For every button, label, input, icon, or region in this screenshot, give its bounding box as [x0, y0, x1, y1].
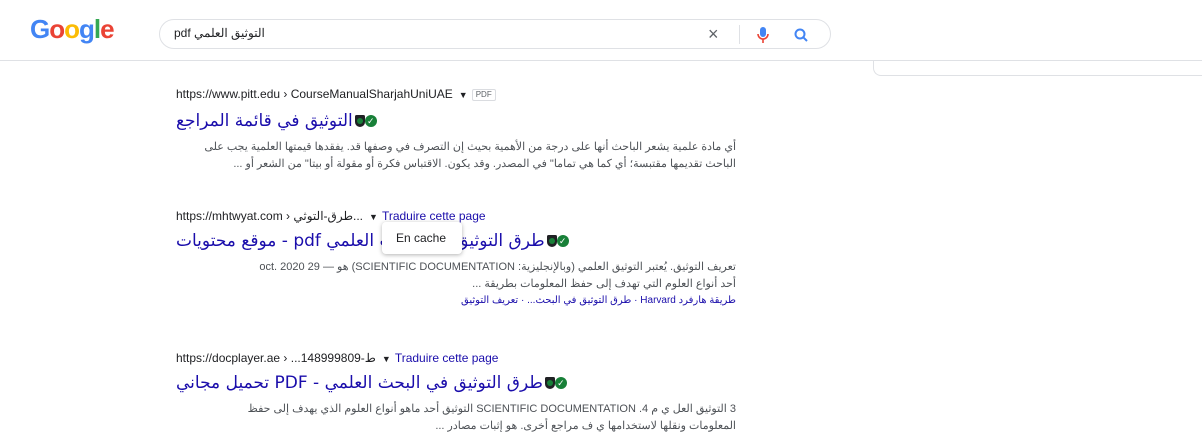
- search-icon[interactable]: [793, 26, 809, 44]
- result-title[interactable]: طرق التوثيق في البحث العلمي pdf - موقع م…: [176, 231, 545, 251]
- result-title-row: طرق التوثيق في البحث العلمي - PDF تحميل …: [176, 373, 736, 397]
- search-box[interactable]: pdf التوثيق العلمي ×: [159, 19, 831, 49]
- result-snippet-line: أحد أنواع العلوم التي تهدف إلى حفظ المعل…: [472, 278, 736, 290]
- result-url[interactable]: https://mhtwyat.com › طرق-التوثي...: [176, 209, 363, 223]
- cache-popup: En cache: [382, 222, 462, 254]
- logo-letter: e: [100, 14, 115, 44]
- shield-icon: [546, 235, 557, 247]
- sitelinks[interactable]: طريقة هارفرد Harvard · طرق التوثيق في ال…: [176, 293, 736, 309]
- top-bar: Google pdf التوثيق العلمي ×: [0, 0, 1202, 61]
- knowledge-panel-edge: [873, 60, 1202, 76]
- result-snippet-line: المعلومات ونقلها لاستخدامها ي ف مراجع أخ…: [435, 420, 736, 432]
- search-result: https://docplayer.ae › ...148999809-ط ▼ Tr…: [176, 350, 736, 435]
- google-logo[interactable]: Google: [30, 14, 115, 45]
- shield-icon: [354, 115, 365, 127]
- microphone-icon[interactable]: [756, 26, 770, 44]
- search-divider: [739, 25, 740, 44]
- translate-link[interactable]: Traduire cette page: [382, 209, 486, 223]
- result-title[interactable]: التوثيق في قائمة المراجع: [176, 111, 353, 131]
- dropdown-icon[interactable]: ▼: [459, 90, 468, 100]
- result-snippet-line: تعريف التوثيق. يُعتبر التوثيق العلمي (وب…: [259, 261, 736, 273]
- search-input[interactable]: pdf التوثيق العلمي: [174, 26, 265, 40]
- result-snippet-line: 3 التوثيق العل ي م 4. SCIENTIFIC DOCUMEN…: [247, 403, 736, 415]
- verified-check-icon: ✓: [556, 235, 569, 247]
- clear-icon[interactable]: ×: [708, 24, 719, 45]
- cache-link[interactable]: En cache: [396, 231, 446, 245]
- dropdown-icon[interactable]: ▼: [382, 354, 391, 364]
- result-snippet-line: أي مادة علمية يشعر الباحث أنها على درجة …: [204, 141, 736, 153]
- pdf-tag: PDF: [471, 88, 496, 101]
- result-snippet-line: الباحث تقديمها مقتبسة؛ أي كما هي تماما" …: [233, 158, 736, 170]
- shield-icon: [544, 377, 555, 389]
- logo-letter: o: [49, 14, 65, 44]
- dropdown-icon[interactable]: ▼: [369, 212, 378, 222]
- result-url-row: https://docplayer.ae › ...148999809-ط ▼ Tr…: [176, 350, 736, 366]
- result-url[interactable]: https://docplayer.ae › ...148999809-ط: [176, 351, 376, 365]
- search-result: https://www.pitt.edu › CourseManualSharj…: [176, 86, 736, 173]
- verified-check-icon: ✓: [554, 377, 567, 389]
- translate-link[interactable]: Traduire cette page: [395, 351, 499, 365]
- logo-letter: g: [79, 14, 95, 44]
- result-title[interactable]: طرق التوثيق في البحث العلمي - PDF تحميل …: [176, 373, 543, 393]
- result-url[interactable]: https://www.pitt.edu › CourseManualSharj…: [176, 87, 453, 101]
- logo-letter: o: [64, 14, 80, 44]
- verified-check-icon: ✓: [364, 115, 377, 127]
- result-url-row: https://www.pitt.edu › CourseManualSharj…: [176, 86, 736, 102]
- logo-letter: G: [30, 14, 50, 44]
- result-title-row: التوثيق في قائمة المراجع ✓: [176, 111, 736, 135]
